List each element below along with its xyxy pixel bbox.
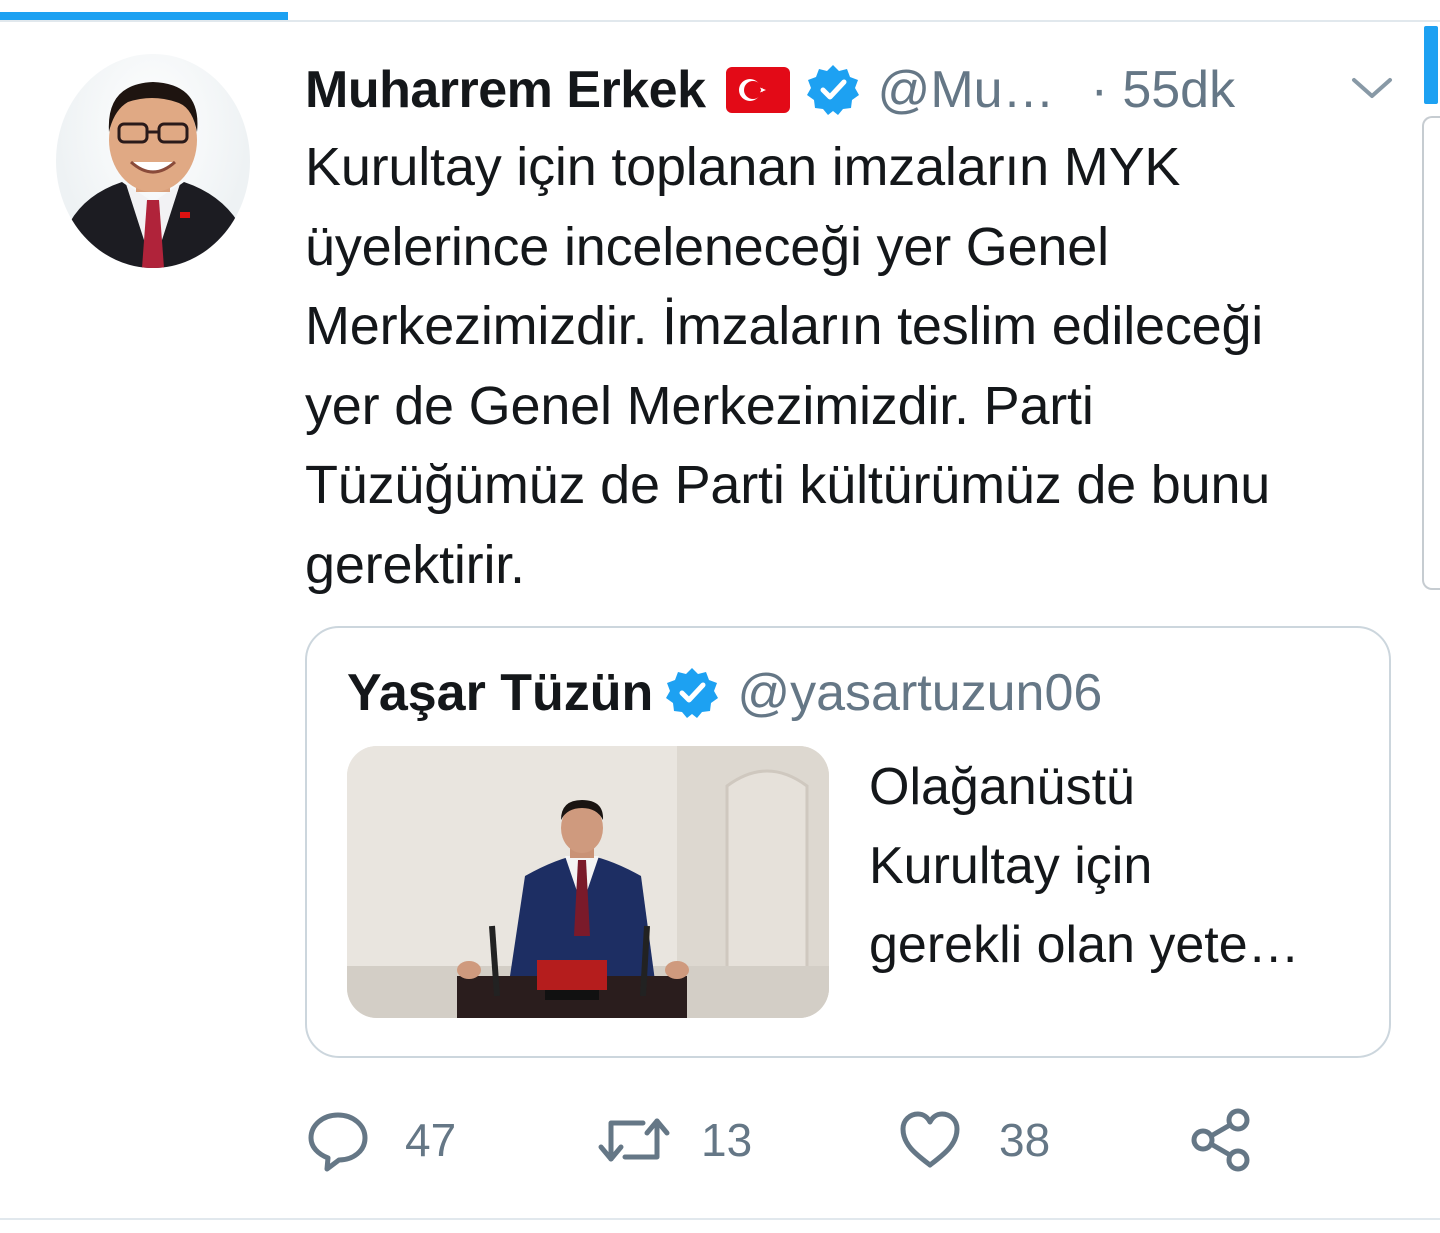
bottom-divider xyxy=(0,1218,1440,1220)
tweet-text-line: üyelerince inceleneceği yer Genel xyxy=(305,216,1109,277)
verified-badge-icon xyxy=(806,63,860,117)
top-divider xyxy=(0,20,1440,22)
quoted-tweet-header: Yaşar Tüzün @yasartuzun06 xyxy=(347,658,1102,728)
quoted-text-line: Olağanüstü xyxy=(869,758,1135,816)
scroll-indicator[interactable] xyxy=(1424,26,1438,104)
avatar-image xyxy=(66,82,246,268)
share-icon xyxy=(1191,1108,1250,1172)
reply-button[interactable]: 47 xyxy=(305,1100,456,1180)
author-handle[interactable]: @Mu… xyxy=(878,60,1055,120)
retweet-icon xyxy=(598,1118,670,1162)
like-count: 38 xyxy=(999,1114,1051,1166)
like-button[interactable]: 38 xyxy=(897,1100,1050,1180)
tweet-text: Kurultay için toplanan imzaların MYK üye… xyxy=(305,128,1415,605)
retweet-button[interactable]: 13 xyxy=(597,1100,752,1180)
author-avatar[interactable] xyxy=(56,54,250,268)
heart-icon xyxy=(900,1111,960,1168)
quoted-tweet-image[interactable] xyxy=(347,746,829,1018)
tweet-actions: 47 13 38 xyxy=(305,1100,1305,1180)
tweet-timestamp[interactable]: · 55dk xyxy=(1091,60,1236,120)
turkey-flag-icon xyxy=(725,67,790,113)
quoted-tweet-card[interactable]: Yaşar Tüzün @yasartuzun06 Olağanüstü Kur… xyxy=(305,626,1391,1058)
reply-icon xyxy=(308,1112,368,1172)
reply-count: 47 xyxy=(405,1114,457,1166)
quoted-text-line: gerekli olan yete… xyxy=(869,916,1300,974)
quoted-author-handle: @yasartuzun06 xyxy=(737,664,1103,722)
tweet-text-line: gerektirir. xyxy=(305,534,525,595)
verified-badge-icon xyxy=(665,666,719,720)
quoted-tweet-text: Olağanüstü Kurultay için gerekli olan ye… xyxy=(869,748,1369,985)
tweet-text-line: Merkezimizdir. İmzaların teslim edileceğ… xyxy=(305,296,1264,356)
tweet-text-line: Kurultay için toplanan imzaların MYK xyxy=(305,137,1181,197)
tweet-text-line: yer de Genel Merkezimizdir. Parti xyxy=(305,375,1094,436)
tweet-text-line: Tüzüğümüz de Parti kültürümüz de bunu xyxy=(305,455,1271,515)
share-button[interactable] xyxy=(1189,1100,1255,1180)
chevron-down-icon[interactable] xyxy=(1348,68,1396,108)
tweet-header: Muharrem Erkek @Mu… · 55dk xyxy=(305,58,1235,122)
scrollbar-track[interactable] xyxy=(1422,116,1440,590)
retweet-count: 13 xyxy=(701,1114,753,1166)
quoted-text-line: Kurultay için xyxy=(869,837,1153,895)
quoted-author-name: Yaşar Tüzün xyxy=(347,664,654,722)
author-name[interactable]: Muharrem Erkek xyxy=(305,60,706,120)
